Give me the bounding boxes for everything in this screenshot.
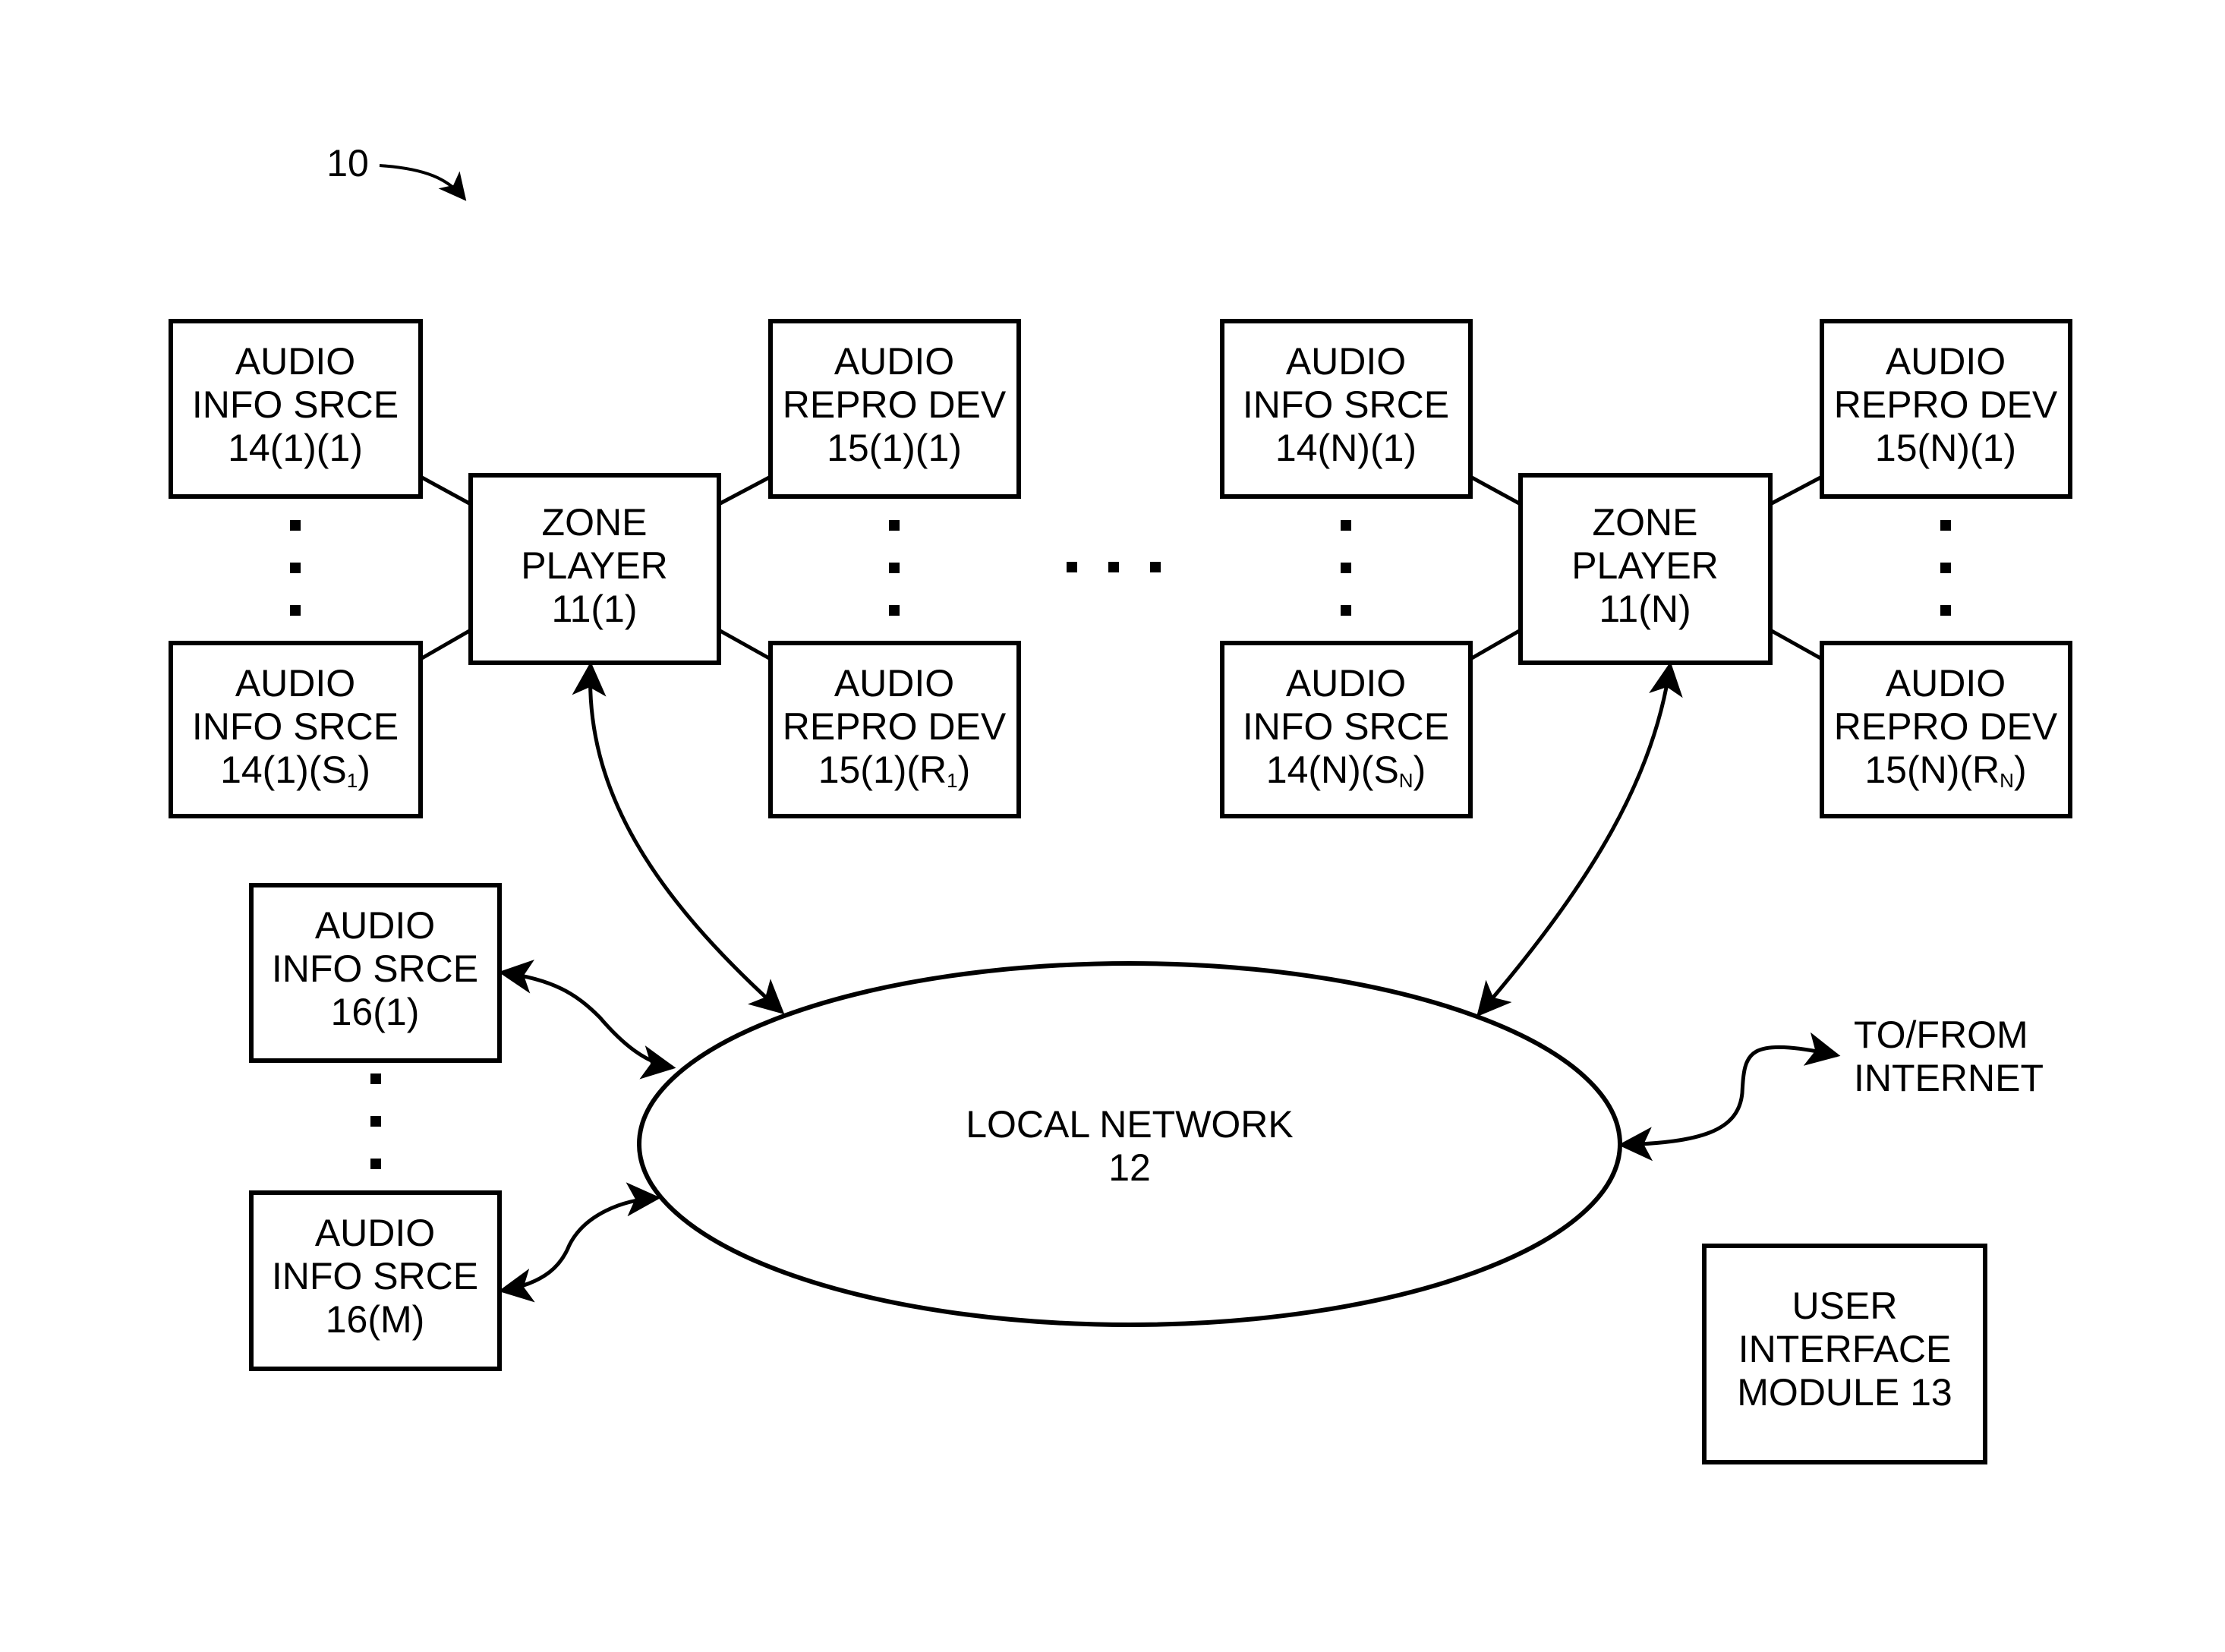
svg-text:INFO SRCE: INFO SRCE (272, 1255, 478, 1297)
audio-repro-device-15-n-rn[interactable]: AUDIO REPRO DEV 15(N)(RN) (1820, 641, 2072, 818)
zone-group-n: AUDIO INFO SRCE 14(N)(1) AUDIO INFO SRCE… (1220, 319, 2072, 818)
audio-info-source-16-m[interactable]: AUDIO INFO SRCE 16(M) (249, 1190, 502, 1371)
connector (419, 474, 472, 506)
ellipsis-dot (1108, 562, 1119, 572)
connector (1469, 628, 1522, 661)
svg-text:11(N): 11(N) (1599, 588, 1691, 630)
svg-text:INFO SRCE: INFO SRCE (192, 705, 399, 748)
svg-text:AUDIO: AUDIO (1286, 662, 1406, 705)
link-source-16-m-network (498, 1182, 661, 1303)
svg-text:AUDIO: AUDIO (834, 662, 954, 705)
ellipsis-dot (290, 605, 301, 616)
connector (717, 628, 772, 661)
svg-text:12: 12 (1108, 1146, 1151, 1189)
svg-text:TO/FROM: TO/FROM (1854, 1014, 2028, 1056)
svg-text:REPRO DEV: REPRO DEV (1834, 383, 2058, 426)
ellipsis-dot (889, 605, 900, 616)
svg-text:AUDIO: AUDIO (1886, 340, 2006, 383)
ellipsis-dot (1940, 605, 1951, 616)
audio-repro-device-15-1-1[interactable]: AUDIO REPRO DEV 15(1)(1) (768, 319, 1021, 499)
ellipsis-dot (370, 1073, 381, 1084)
svg-text:15(N)(1): 15(N)(1) (1875, 427, 2016, 469)
audio-info-source-16-1[interactable]: AUDIO INFO SRCE 16(1) (249, 883, 502, 1063)
svg-text:11(1): 11(1) (551, 588, 637, 630)
svg-text:AUDIO: AUDIO (834, 340, 954, 383)
link-zone-player-n-network (1477, 661, 1683, 1017)
zone-group-1: AUDIO INFO SRCE 14(1)(1) AUDIO INFO SRCE… (169, 319, 1021, 818)
svg-text:AUDIO: AUDIO (1286, 340, 1406, 383)
ellipsis-dot (1341, 520, 1351, 531)
zone-player-11-n[interactable]: ZONE PLAYER 11(N) (1518, 473, 1773, 665)
svg-text:LOCAL NETWORK: LOCAL NETWORK (966, 1103, 1294, 1146)
svg-text:14(N)(1): 14(N)(1) (1275, 427, 1417, 469)
svg-text:15(1)(1): 15(1)(1) (827, 427, 962, 469)
link-source-16-1-network (498, 959, 676, 1080)
zone-player-11-1[interactable]: ZONE PLAYER 11(1) (468, 473, 721, 665)
audio-info-source-14-n-1[interactable]: AUDIO INFO SRCE 14(N)(1) (1220, 319, 1473, 499)
connector (419, 628, 472, 661)
svg-text:AUDIO: AUDIO (315, 1212, 435, 1254)
system-diagram: 10 AUDIO INFO SRCE 14(1)(1) AUDIO INFO S… (169, 142, 2072, 1464)
audio-info-source-14-1-1[interactable]: AUDIO INFO SRCE 14(1)(1) (169, 319, 423, 499)
connector (1769, 628, 1823, 661)
svg-text:REPRO DEV: REPRO DEV (783, 383, 1007, 426)
connector (717, 474, 772, 506)
ellipsis-dot (889, 563, 900, 573)
svg-text:INTERFACE: INTERFACE (1738, 1328, 1952, 1370)
link-zone-player-1-network (572, 661, 785, 1015)
local-network-12[interactable]: LOCAL NETWORK 12 (637, 961, 1622, 1327)
internet-label: TO/FROM INTERNET (1854, 1014, 2044, 1099)
connector (1469, 474, 1522, 506)
svg-text:REPRO DEV: REPRO DEV (1834, 705, 2058, 748)
svg-text:AUDIO: AUDIO (235, 662, 355, 705)
svg-text:USER: USER (1792, 1285, 1898, 1327)
ellipsis-dot (1940, 563, 1951, 573)
svg-text:REPRO DEV: REPRO DEV (783, 705, 1007, 748)
svg-text:AUDIO: AUDIO (315, 904, 435, 947)
ellipsis-dot (889, 520, 900, 531)
ellipsis-dot (290, 520, 301, 531)
svg-text:ZONE: ZONE (542, 501, 648, 544)
svg-text:INFO SRCE: INFO SRCE (1243, 383, 1449, 426)
ellipsis-dot (370, 1116, 381, 1127)
svg-text:PLAYER: PLAYER (1571, 544, 1719, 587)
svg-text:INFO SRCE: INFO SRCE (192, 383, 399, 426)
ellipsis-dot (370, 1159, 381, 1169)
ellipsis-dot (1150, 562, 1161, 572)
svg-text:16(M): 16(M) (326, 1298, 425, 1341)
svg-text:PLAYER: PLAYER (521, 544, 668, 587)
ellipsis-dot (290, 563, 301, 573)
figure-ref-label: 10 (326, 142, 369, 184)
svg-text:INTERNET: INTERNET (1854, 1057, 2044, 1099)
audio-repro-device-15-n-1[interactable]: AUDIO REPRO DEV 15(N)(1) (1820, 319, 2072, 499)
audio-repro-device-15-1-r1[interactable]: AUDIO REPRO DEV 15(1)(R1) (768, 641, 1021, 818)
ellipsis-dot (1341, 605, 1351, 616)
svg-text:MODULE 13: MODULE 13 (1737, 1371, 1952, 1414)
audio-info-source-14-n-sn[interactable]: AUDIO INFO SRCE 14(N)(SN) (1220, 641, 1473, 818)
svg-text:ZONE: ZONE (1593, 501, 1698, 544)
svg-text:AUDIO: AUDIO (1886, 662, 2006, 705)
ellipsis-dot (1940, 520, 1951, 531)
ellipsis-dot (1067, 562, 1077, 572)
svg-text:16(1): 16(1) (331, 991, 420, 1033)
connector (1769, 474, 1823, 506)
svg-text:AUDIO: AUDIO (235, 340, 355, 383)
audio-info-source-14-1-s1[interactable]: AUDIO INFO SRCE 14(1)(S1) (169, 641, 423, 818)
user-interface-module-13[interactable]: USER INTERFACE MODULE 13 (1702, 1244, 1987, 1464)
svg-text:14(1)(1): 14(1)(1) (228, 427, 363, 469)
ellipsis-dot (1341, 563, 1351, 573)
link-network-internet (1618, 1032, 1841, 1162)
svg-text:INFO SRCE: INFO SRCE (272, 947, 478, 990)
svg-text:INFO SRCE: INFO SRCE (1243, 705, 1449, 748)
figure-ref-arrow (379, 164, 467, 201)
